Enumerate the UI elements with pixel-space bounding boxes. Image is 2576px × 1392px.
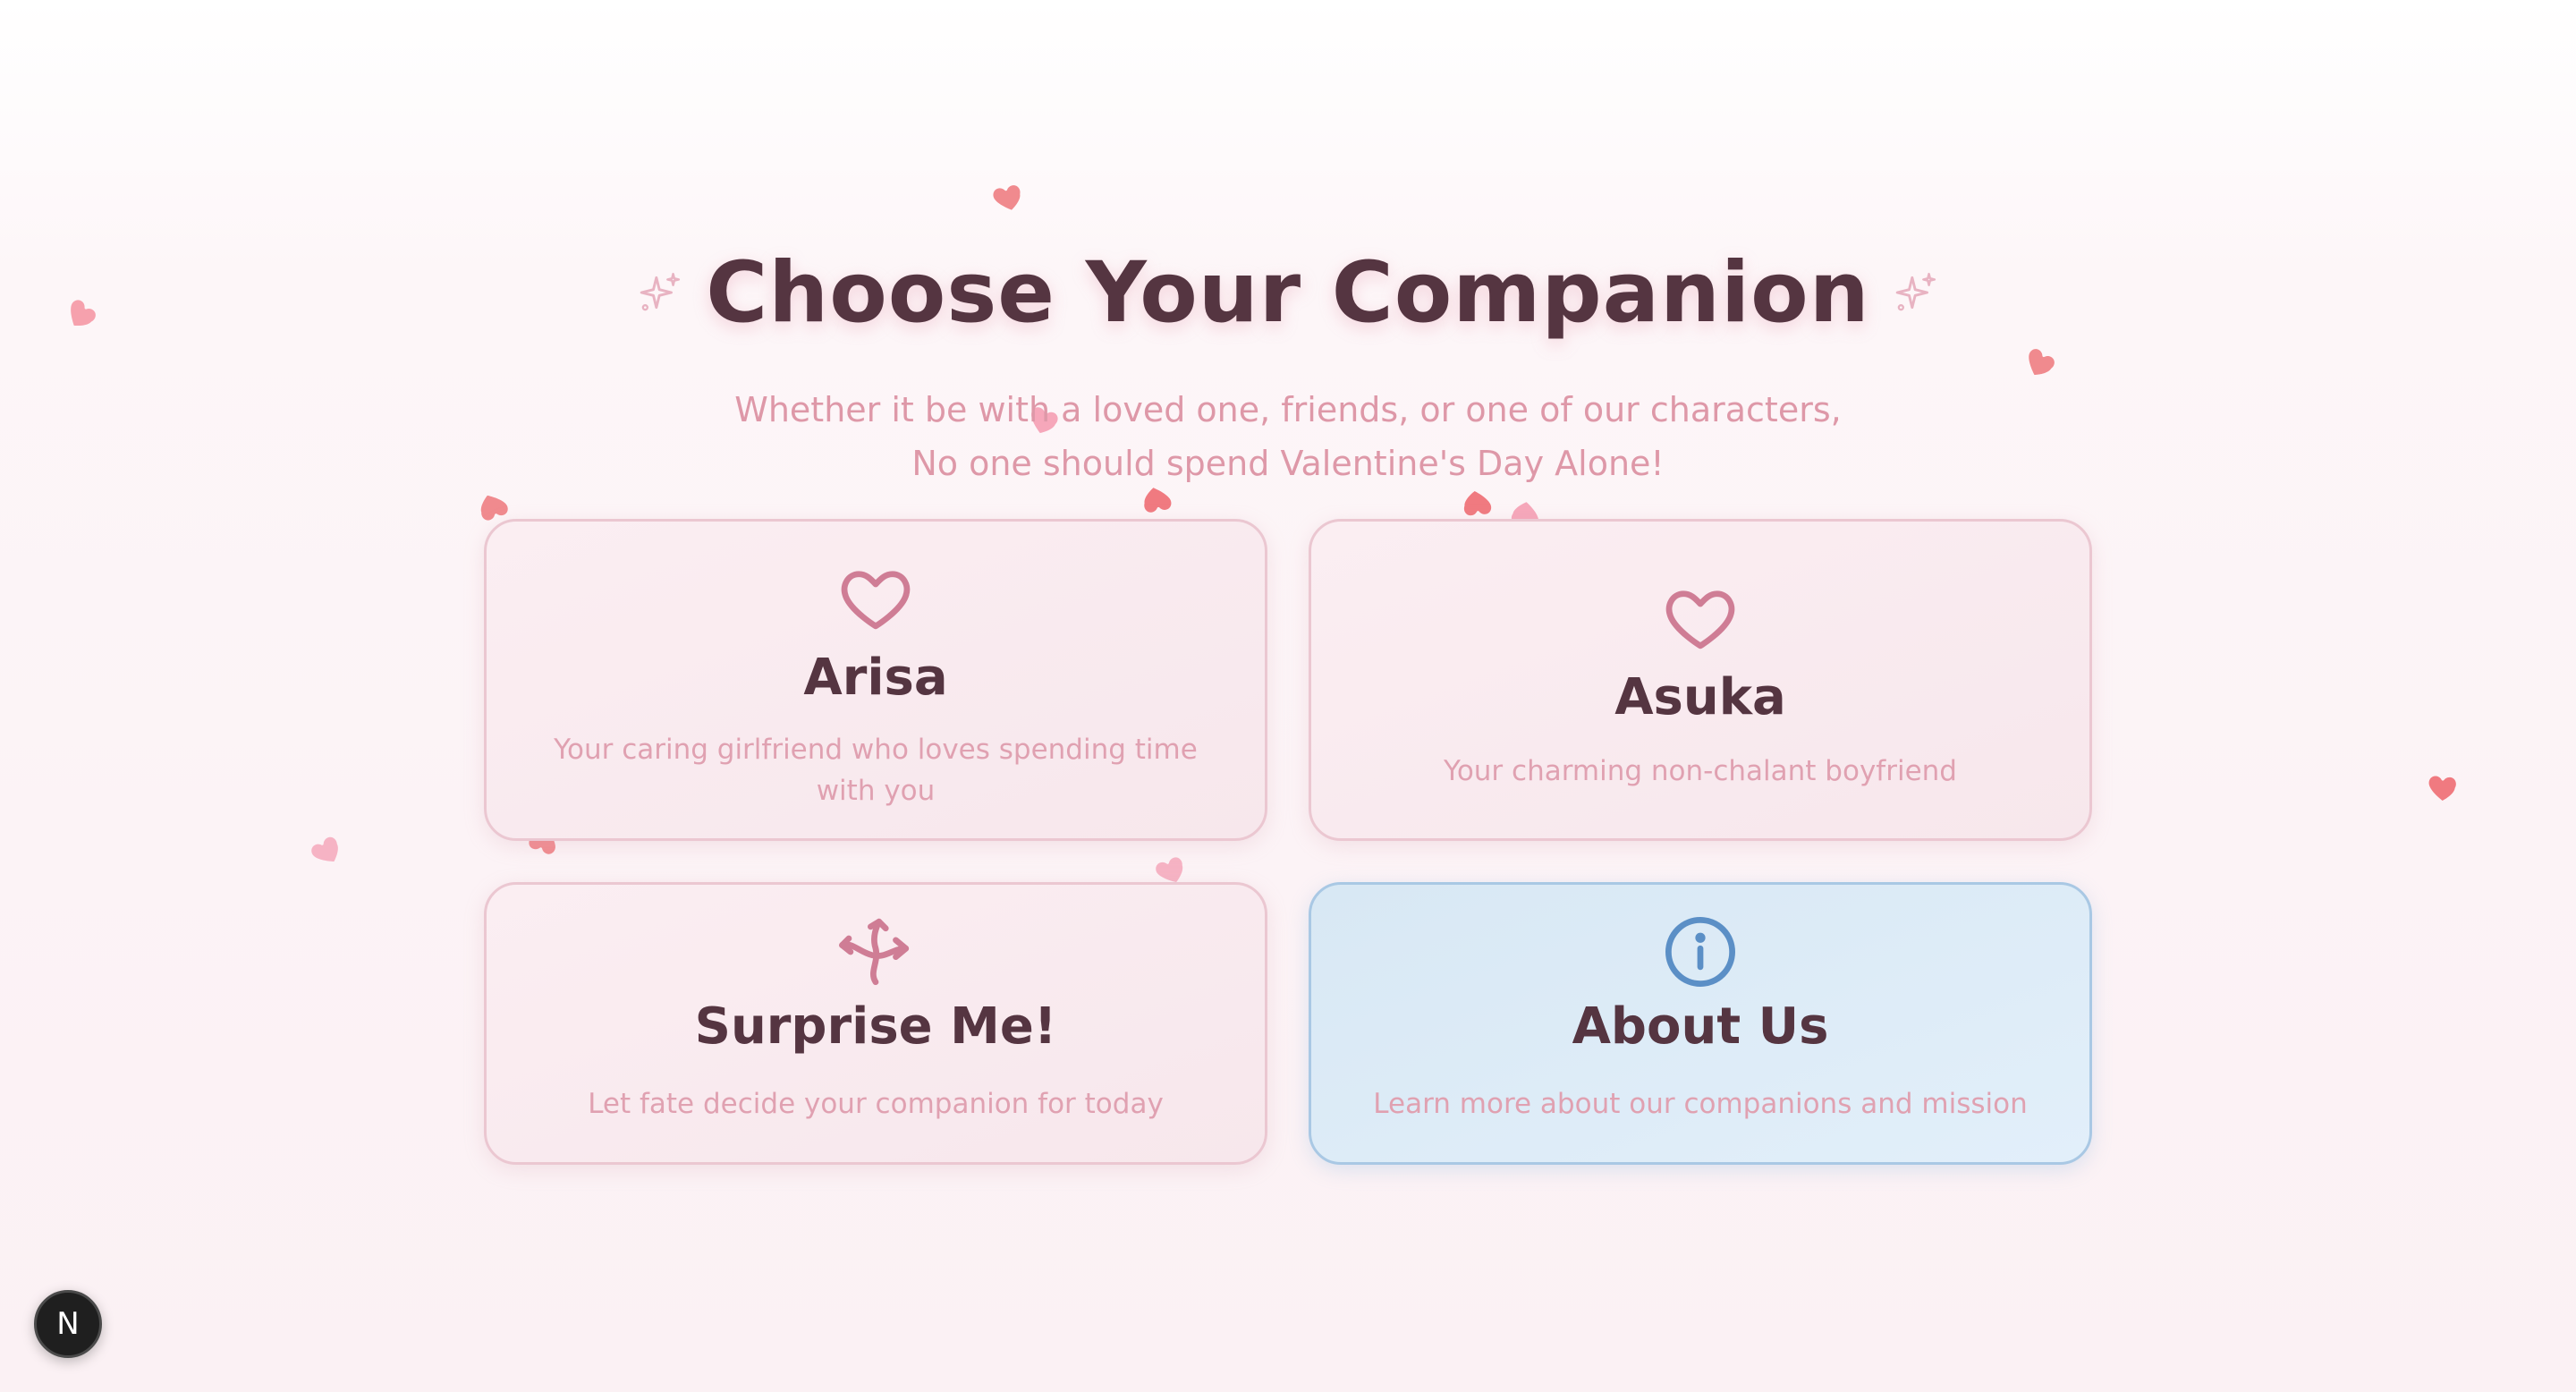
title-row: Choose Your Companion (0, 234, 2576, 351)
page: Choose Your Companion Whether it be with… (0, 0, 2576, 1392)
floating-heart-icon (987, 175, 1030, 217)
info-icon (1660, 912, 1741, 992)
about-us-card[interactable]: About Us Learn more about our companions… (1309, 882, 2092, 1165)
card-title: Asuka (1614, 668, 1786, 726)
card-description: Let fate decide your companion for today (588, 1088, 1164, 1120)
sparkle-icon (640, 272, 681, 311)
subtitle-line-1: Whether it be with a loved one, friends,… (734, 390, 1842, 429)
heart-icon (1660, 577, 1741, 658)
card-title: Arisa (803, 649, 948, 707)
page-title: Choose Your Companion (706, 243, 1870, 342)
card-title: About Us (1572, 997, 1829, 1056)
companion-card-arisa[interactable]: Arisa Your caring girlfriend who loves s… (484, 519, 1267, 841)
surprise-me-card[interactable]: Surprise Me! Let fate decide your compan… (484, 882, 1267, 1165)
nextjs-dev-badge[interactable]: N (34, 1290, 102, 1358)
shuffle-icon (835, 912, 916, 992)
heart-icon (835, 557, 916, 638)
floating-heart-icon (303, 826, 352, 875)
companion-card-asuka[interactable]: Asuka Your charming non-chalant boyfrien… (1309, 519, 2092, 841)
card-description: Learn more about our companions and miss… (1373, 1088, 2028, 1120)
card-title: Surprise Me! (694, 997, 1057, 1056)
card-description: Your caring girlfriend who loves spendin… (554, 734, 1198, 807)
floating-heart-icon (2424, 768, 2462, 806)
card-description: Your charming non-chalant boyfriend (1444, 755, 1957, 787)
sparkle-icon (1895, 272, 1936, 311)
nextjs-icon: N (56, 1306, 80, 1342)
subtitle-line-2: No one should spend Valentine's Day Alon… (911, 444, 1665, 483)
